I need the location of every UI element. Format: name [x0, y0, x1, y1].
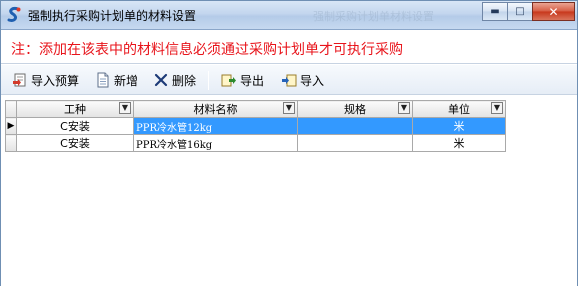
import-budget-icon — [13, 73, 26, 87]
current-row-indicator-icon[interactable]: ▶ — [5, 117, 17, 135]
spec-cell[interactable] — [297, 134, 413, 152]
column-header-label: 单位 — [448, 103, 470, 116]
table-row[interactable]: C安装 PPR冷水管16kg 米 — [5, 134, 506, 152]
trade-cell[interactable]: C安装 — [16, 134, 134, 152]
filter-dropdown-icon[interactable]: ▼ — [119, 102, 131, 114]
import-icon — [282, 74, 297, 87]
caption-buttons: ▬ □ ✕ — [482, 2, 575, 21]
toolbar: 导入预算 新增 删除 导出 导入 — [1, 65, 577, 95]
new-label: 新增 — [114, 73, 139, 88]
trade-cell[interactable]: C安装 — [16, 117, 134, 135]
close-icon: ✕ — [548, 4, 559, 19]
toolbar-separator — [208, 71, 209, 90]
materials-settings-window: 强制执行采购计划单的材料设置 强制采购计划单材料设置 ▬ □ ✕ 注：添加在该表… — [0, 0, 578, 286]
column-header-trade[interactable]: 工种 ▼ — [16, 100, 134, 118]
delete-x-icon — [154, 73, 168, 87]
table-row[interactable]: ▶ C安装 PPR冷水管12kg 米 — [5, 117, 506, 135]
row-header-corner — [5, 100, 17, 118]
app-logo-icon — [7, 7, 21, 22]
material-cell[interactable]: PPR冷水管16kg — [133, 134, 298, 152]
column-header-spec[interactable]: 规格 ▼ — [297, 100, 413, 118]
maximize-button[interactable]: □ — [507, 2, 533, 21]
filter-dropdown-icon[interactable]: ▼ — [491, 102, 503, 114]
export-button[interactable]: 导出 — [221, 71, 264, 89]
filter-dropdown-icon[interactable]: ▼ — [283, 102, 295, 114]
window-title: 强制执行采购计划单的材料设置 — [28, 9, 197, 23]
background-window-title: 强制采购计划单材料设置 — [313, 10, 434, 23]
maximize-icon: □ — [515, 6, 525, 17]
import-label: 导入 — [300, 73, 325, 88]
grid-header-row: 工种 ▼ 材料名称 ▼ 规格 ▼ 单位 ▼ — [5, 100, 506, 118]
delete-button[interactable]: 删除 — [153, 71, 196, 89]
row-header-cell[interactable] — [5, 134, 17, 152]
new-document-icon — [97, 72, 109, 88]
spec-cell[interactable] — [297, 117, 413, 135]
unit-cell[interactable]: 米 — [412, 134, 506, 152]
minimize-button[interactable]: ▬ — [482, 2, 508, 21]
export-icon — [221, 74, 236, 87]
column-header-label: 规格 — [344, 103, 366, 116]
import-button[interactable]: 导入 — [281, 71, 324, 89]
title-bar[interactable]: 强制执行采购计划单的材料设置 强制采购计划单材料设置 ▬ □ ✕ — [1, 1, 577, 30]
minimize-icon: ▬ — [490, 6, 500, 17]
materials-grid: 工种 ▼ 材料名称 ▼ 规格 ▼ 单位 ▼ ▶ C安装 PPR冷水管12kg 米… — [5, 100, 506, 152]
grid-area: 工种 ▼ 材料名称 ▼ 规格 ▼ 单位 ▼ ▶ C安装 PPR冷水管12kg 米… — [1, 96, 577, 286]
filter-dropdown-icon[interactable]: ▼ — [398, 102, 410, 114]
new-button[interactable]: 新增 — [95, 71, 138, 89]
export-label: 导出 — [240, 73, 265, 88]
notice-text: 注：添加在该表中的材料信息必须通过采购计划单才可执行采购 — [11, 42, 403, 58]
material-cell[interactable]: PPR冷水管12kg — [133, 117, 298, 135]
notice-panel: 注：添加在该表中的材料信息必须通过采购计划单才可执行采购 — [1, 31, 577, 64]
import-budget-button[interactable]: 导入预算 — [12, 71, 79, 89]
column-header-unit[interactable]: 单位 ▼ — [412, 100, 506, 118]
import-budget-label: 导入预算 — [31, 73, 80, 88]
column-header-label: 材料名称 — [193, 103, 238, 116]
delete-label: 删除 — [172, 73, 197, 88]
column-header-label: 工种 — [64, 103, 86, 116]
unit-cell[interactable]: 米 — [412, 117, 506, 135]
close-button[interactable]: ✕ — [532, 2, 575, 21]
column-header-material[interactable]: 材料名称 ▼ — [133, 100, 298, 118]
